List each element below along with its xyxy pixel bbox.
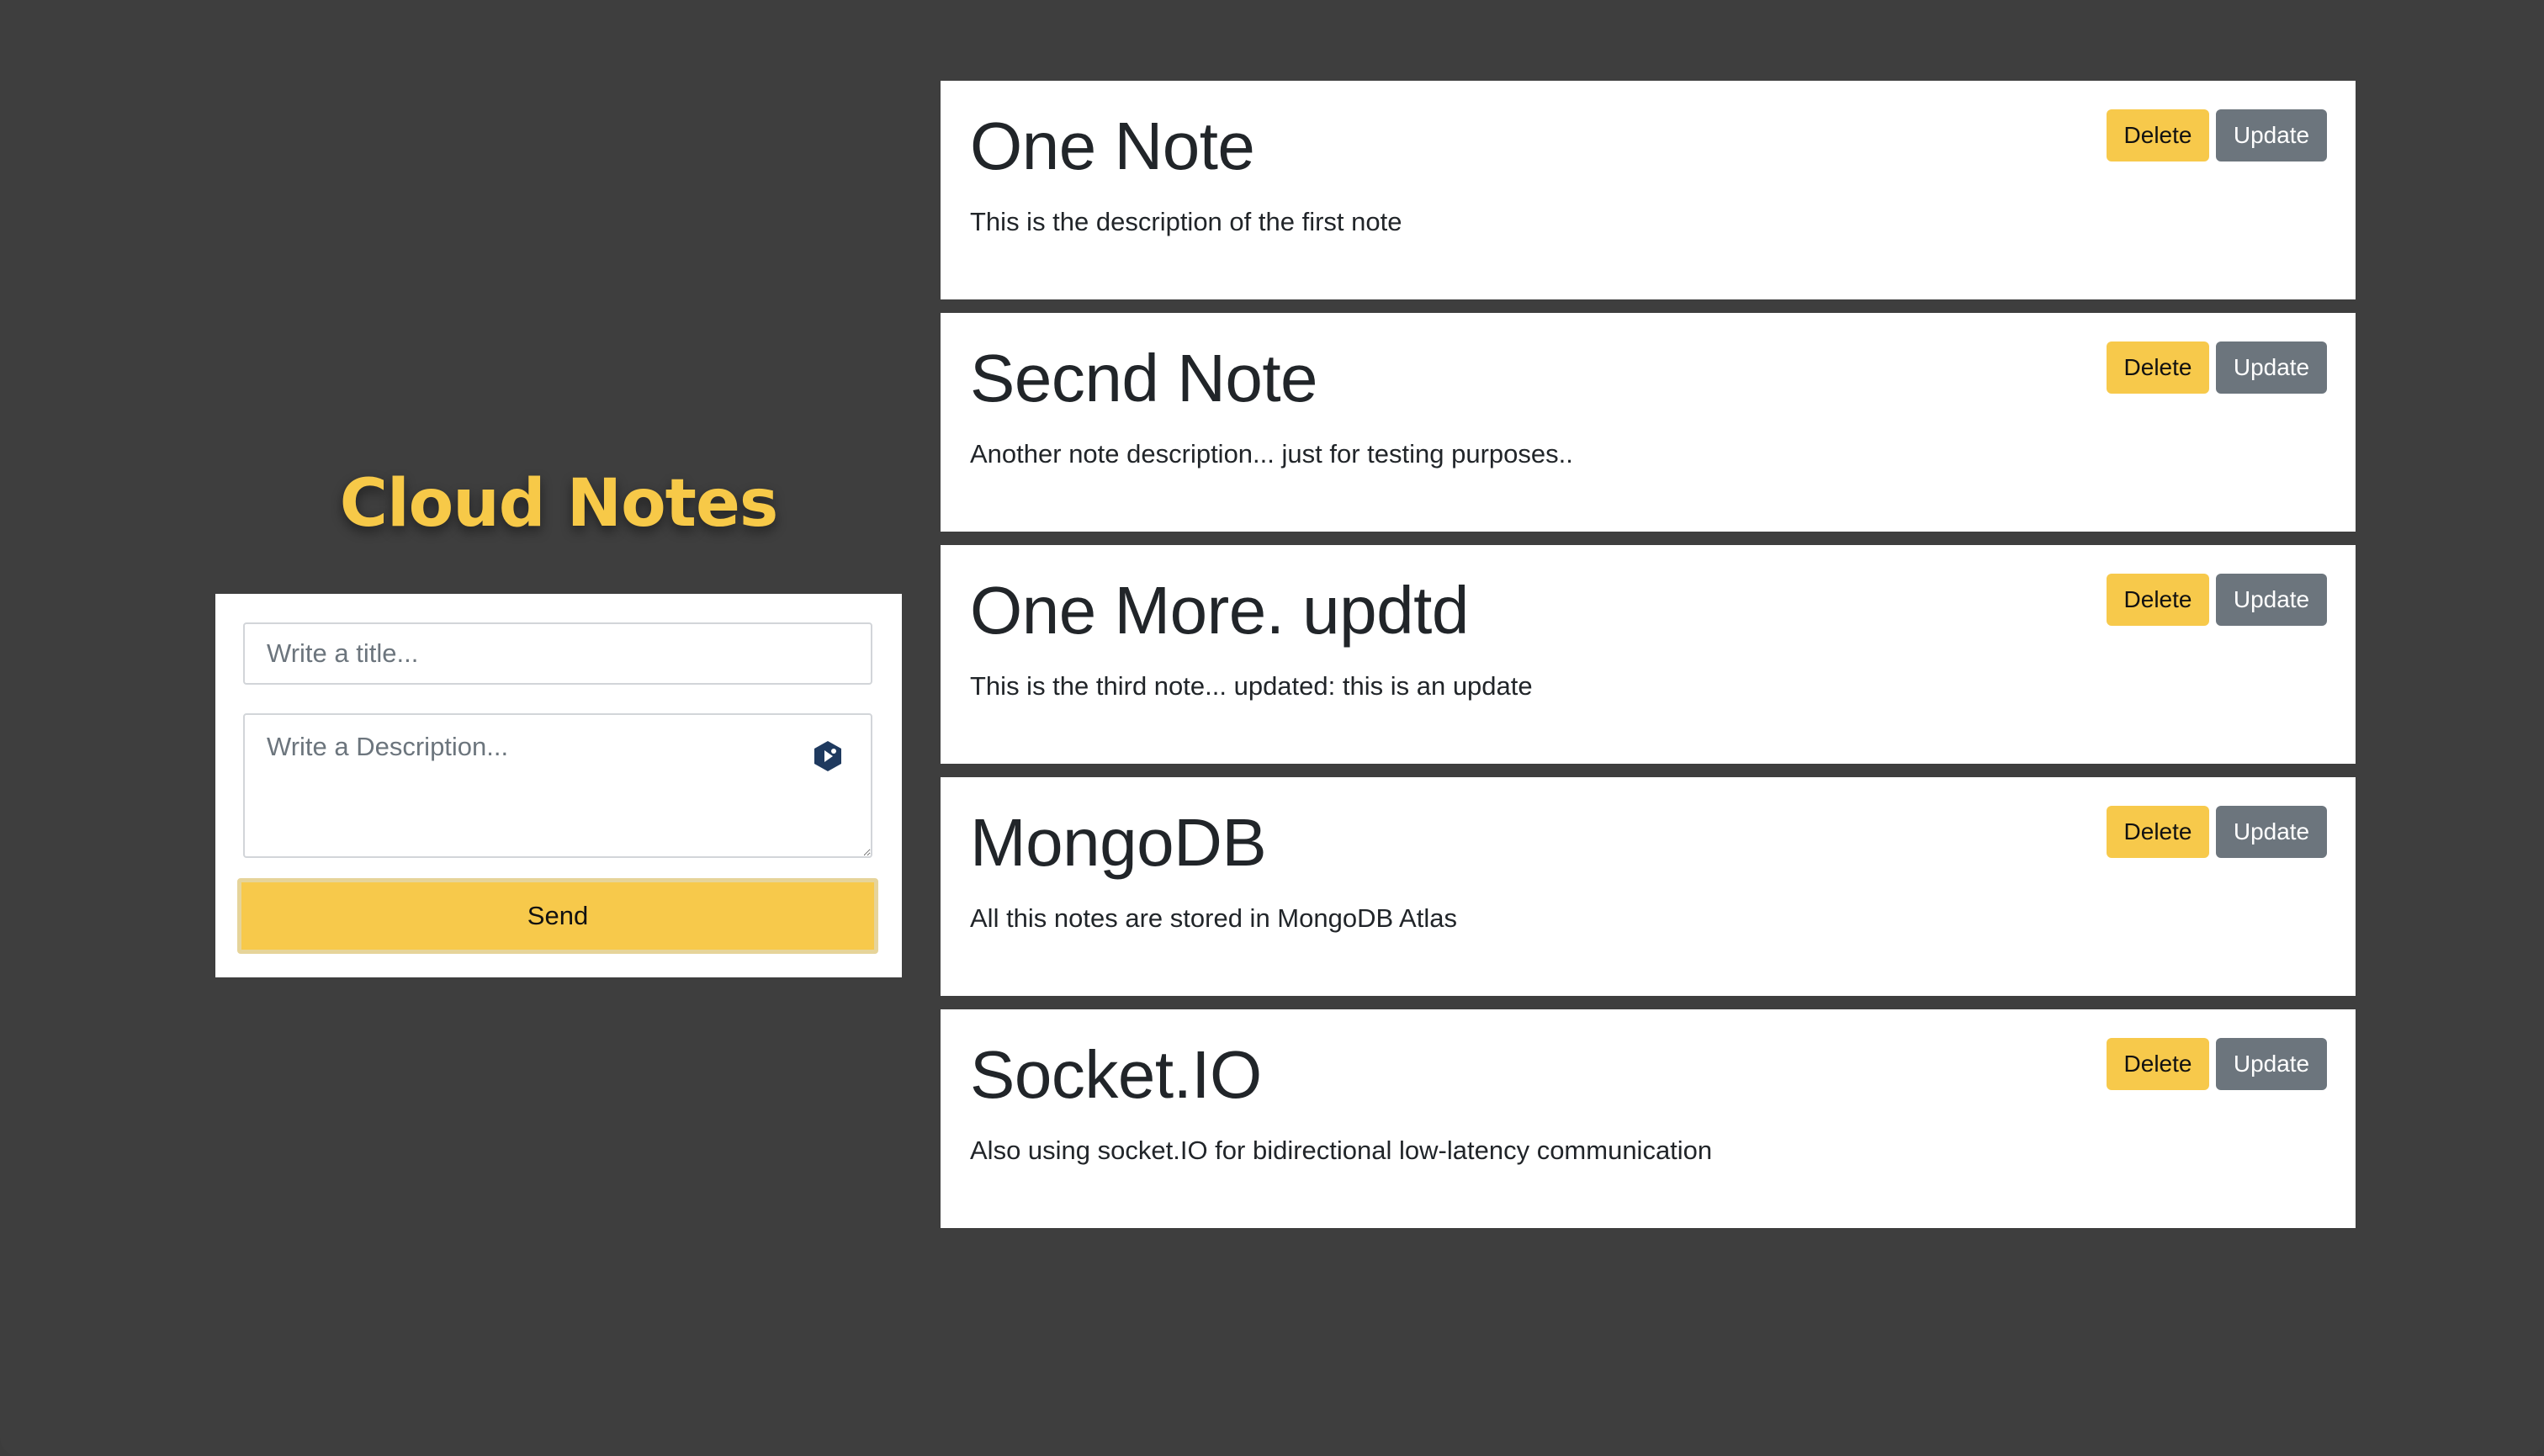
description-field-wrapper: [243, 713, 872, 858]
update-button[interactable]: Update: [2216, 574, 2327, 626]
note-title: Socket.IO: [970, 1037, 1262, 1112]
note-card: One Note This is the description of the …: [941, 81, 2356, 299]
note-title: One Note: [970, 109, 1255, 183]
note-description: This is the description of the first not…: [970, 207, 1402, 236]
delete-button[interactable]: Delete: [2107, 574, 2209, 626]
update-button[interactable]: Update: [2216, 109, 2327, 161]
send-button[interactable]: Send: [237, 878, 878, 954]
delete-button[interactable]: Delete: [2107, 341, 2209, 394]
note-card: Socket.IO Also using socket.IO for bidir…: [941, 1009, 2356, 1228]
update-button[interactable]: Update: [2216, 806, 2327, 858]
note-form: Send: [215, 594, 902, 977]
app-viewport: Cloud Notes Send One Note This is the de…: [0, 0, 2544, 1456]
note-title: Secnd Note: [970, 341, 1318, 416]
update-button[interactable]: Update: [2216, 341, 2327, 394]
assistant-extension-icon[interactable]: [814, 740, 842, 772]
note-card: MongoDB All this notes are stored in Mon…: [941, 777, 2356, 996]
note-card: One More. updtd This is the third note..…: [941, 545, 2356, 764]
description-input[interactable]: [243, 713, 872, 858]
note-description: All this notes are stored in MongoDB Atl…: [970, 903, 1457, 933]
title-input[interactable]: [243, 622, 872, 685]
app-title: Cloud Notes: [339, 466, 779, 542]
notes-list: One Note This is the description of the …: [941, 81, 2356, 1242]
delete-button[interactable]: Delete: [2107, 109, 2209, 161]
note-title: MongoDB: [970, 805, 1267, 880]
note-title: One More. updtd: [970, 573, 1469, 648]
note-card: Secnd Note Another note description... j…: [941, 313, 2356, 532]
delete-button[interactable]: Delete: [2107, 1038, 2209, 1090]
update-button[interactable]: Update: [2216, 1038, 2327, 1090]
delete-button[interactable]: Delete: [2107, 806, 2209, 858]
note-description: Also using socket.IO for bidirectional l…: [970, 1136, 1713, 1165]
note-description: Another note description... just for tes…: [970, 439, 1573, 469]
note-description: This is the third note... updated: this …: [970, 671, 1533, 701]
